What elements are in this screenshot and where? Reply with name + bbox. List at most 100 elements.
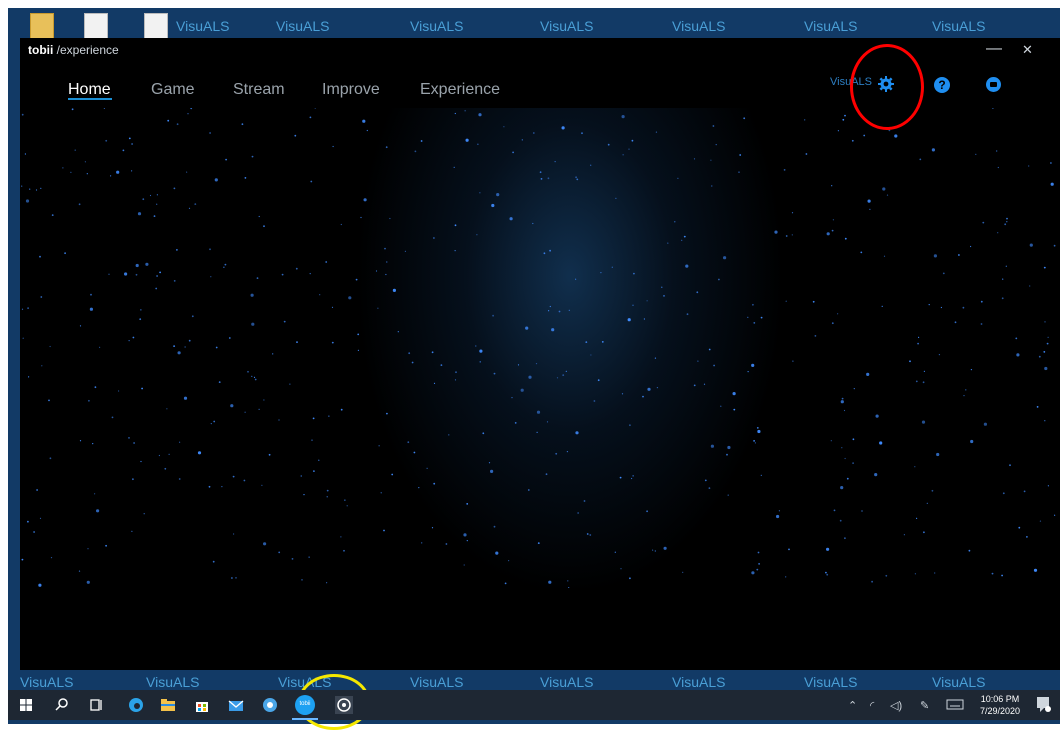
star bbox=[841, 447, 843, 449]
tab-experience[interactable]: Experience bbox=[420, 81, 500, 99]
star bbox=[514, 422, 517, 424]
star bbox=[883, 255, 886, 257]
file-icon[interactable] bbox=[144, 13, 168, 41]
star bbox=[677, 177, 679, 179]
star bbox=[739, 154, 742, 156]
tab-improve[interactable]: Improve bbox=[322, 81, 380, 99]
star bbox=[466, 503, 469, 505]
star bbox=[1044, 366, 1048, 371]
close-button[interactable]: ✕ bbox=[1022, 42, 1033, 58]
chevron-up-icon[interactable]: ⌃ bbox=[848, 699, 857, 712]
star bbox=[326, 489, 329, 492]
star bbox=[812, 300, 815, 303]
file-explorer-icon[interactable] bbox=[158, 695, 178, 715]
star bbox=[869, 208, 871, 210]
star bbox=[143, 513, 145, 515]
keyboard-icon[interactable] bbox=[946, 696, 964, 712]
star bbox=[621, 393, 624, 395]
star bbox=[942, 272, 945, 275]
star bbox=[140, 309, 142, 311]
star bbox=[554, 161, 556, 163]
edge-browser-icon[interactable] bbox=[126, 695, 146, 715]
star bbox=[546, 421, 549, 423]
star bbox=[752, 303, 754, 306]
star bbox=[711, 185, 713, 187]
star bbox=[118, 390, 120, 392]
star bbox=[753, 440, 755, 442]
star bbox=[215, 346, 218, 349]
star bbox=[1026, 536, 1028, 538]
starfield bbox=[21, 108, 1056, 588]
star bbox=[378, 445, 380, 447]
tab-stream[interactable]: Stream bbox=[233, 81, 285, 99]
star bbox=[693, 158, 696, 160]
star bbox=[536, 431, 538, 433]
task-view-icon[interactable] bbox=[86, 695, 106, 715]
star bbox=[490, 469, 494, 473]
star bbox=[386, 261, 388, 263]
star bbox=[495, 551, 499, 555]
star bbox=[567, 580, 569, 582]
store-icon[interactable] bbox=[192, 695, 212, 715]
star bbox=[1002, 492, 1005, 495]
windows-start-icon[interactable] bbox=[16, 695, 36, 715]
star bbox=[646, 510, 648, 513]
star bbox=[982, 221, 985, 224]
app-icon[interactable] bbox=[260, 695, 280, 715]
star bbox=[493, 372, 496, 375]
file-icon[interactable] bbox=[84, 13, 108, 41]
star bbox=[21, 308, 24, 310]
star bbox=[652, 549, 654, 551]
star bbox=[251, 375, 253, 377]
star bbox=[590, 354, 592, 356]
star bbox=[682, 571, 684, 573]
star bbox=[511, 397, 513, 399]
star bbox=[476, 234, 478, 236]
star bbox=[176, 249, 178, 251]
star bbox=[340, 536, 342, 538]
star bbox=[928, 304, 930, 306]
star bbox=[344, 499, 346, 501]
star bbox=[1033, 568, 1038, 572]
star bbox=[503, 126, 505, 128]
star bbox=[914, 466, 916, 468]
star bbox=[914, 573, 917, 575]
star bbox=[375, 270, 378, 272]
wifi-icon[interactable]: ◜ bbox=[870, 699, 874, 712]
star bbox=[528, 375, 532, 379]
star bbox=[785, 235, 788, 237]
star bbox=[826, 547, 830, 551]
star bbox=[343, 549, 345, 552]
mail-icon[interactable] bbox=[226, 695, 246, 715]
star bbox=[1053, 244, 1056, 247]
tobii-taskbar-button[interactable]: tobii bbox=[292, 695, 318, 720]
help-icon[interactable]: ? bbox=[934, 77, 950, 93]
star bbox=[210, 276, 212, 278]
watermark-text: VisuALS bbox=[410, 674, 464, 690]
folder-icon[interactable] bbox=[30, 13, 54, 41]
star bbox=[455, 371, 457, 374]
star bbox=[173, 280, 176, 282]
eye-tracker-icon[interactable] bbox=[334, 695, 354, 715]
star bbox=[601, 341, 604, 343]
star bbox=[751, 363, 755, 367]
star bbox=[128, 437, 130, 439]
tab-home[interactable]: Home bbox=[68, 81, 111, 99]
search-icon[interactable] bbox=[52, 695, 72, 715]
star bbox=[228, 337, 231, 339]
star bbox=[708, 348, 711, 351]
notification-icon[interactable] bbox=[1036, 696, 1052, 714]
star bbox=[1016, 353, 1020, 357]
chat-icon[interactable] bbox=[986, 77, 1001, 92]
clock[interactable]: 10:06 PM 7/29/2020 bbox=[976, 693, 1024, 717]
pen-icon[interactable]: ✎ bbox=[920, 699, 929, 712]
star bbox=[156, 194, 158, 196]
star bbox=[917, 342, 919, 345]
tab-game[interactable]: Game bbox=[151, 81, 195, 99]
minimize-button[interactable]: — bbox=[986, 40, 1002, 58]
watermark-text: VisuALS bbox=[932, 674, 986, 690]
star bbox=[184, 346, 186, 348]
volume-icon[interactable]: ◁) bbox=[890, 699, 902, 712]
star bbox=[186, 171, 188, 173]
star bbox=[188, 207, 191, 209]
